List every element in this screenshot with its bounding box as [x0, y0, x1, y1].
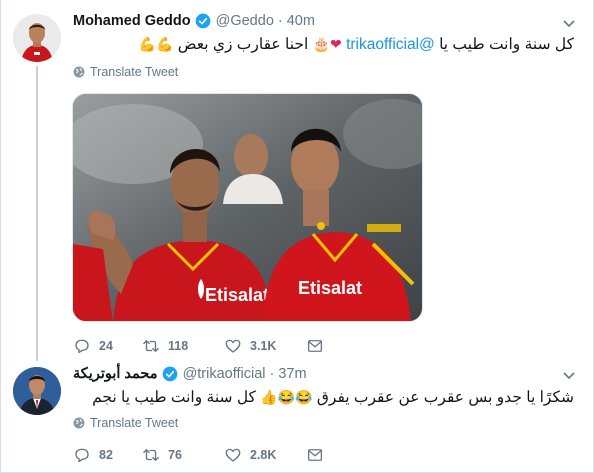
tweet-text: شكرًا يا جدو بس عقرب عن عقرب يفرق 😂😂👍 كل… — [92, 387, 574, 408]
tweet-actions: 24 118 3.1K — [73, 336, 332, 356]
author-handle[interactable]: @Geddo — [216, 13, 274, 29]
retweet-icon — [143, 449, 159, 461]
author-handle[interactable]: @trikaofficial — [183, 366, 266, 382]
svg-text:Etisalat: Etisalat — [205, 285, 269, 305]
direct-message-icon — [307, 340, 323, 352]
mention-link[interactable]: @trikaofficial — [346, 36, 435, 53]
red-heart-emoji: ❤ — [330, 36, 342, 52]
translate-tweet-link[interactable]: Translate Tweet — [73, 64, 178, 80]
reply-button[interactable]: 24 — [73, 337, 142, 355]
thumbs-up-emoji: 👍 — [260, 389, 278, 405]
avatar-trika-image — [13, 367, 61, 415]
caret-down-icon[interactable] — [562, 368, 576, 382]
author-name[interactable]: Mohamed Geddo — [73, 13, 191, 29]
separator-dot: · — [277, 13, 283, 29]
reply-icon — [75, 339, 89, 354]
svg-text:Etisalat: Etisalat — [298, 278, 362, 298]
avatar-geddo-image — [13, 14, 61, 62]
tweet-header: محمد أبوتريكة @trikaofficial · 37m — [73, 364, 307, 384]
direct-message-button[interactable] — [306, 446, 332, 464]
like-count: 2.8K — [250, 448, 277, 462]
tweet-text: كل سنة وانت طيب يا @trikaofficial ❤🎂 احن… — [139, 34, 574, 55]
retweet-button[interactable]: 118 — [142, 337, 224, 355]
avatar[interactable] — [13, 367, 61, 415]
reply-count: 82 — [99, 448, 113, 462]
thread-connector-line — [36, 66, 38, 361]
like-button[interactable]: 2.8K — [224, 446, 306, 464]
translate-label: Translate Tweet — [90, 65, 179, 79]
like-icon — [225, 448, 241, 462]
retweet-icon — [143, 340, 159, 352]
birthday-cake-emoji: 🎂 — [312, 36, 331, 52]
verified-badge-icon — [195, 13, 210, 29]
tweet-text-main: شكرًا يا جدو بس عقرب عن عقرب يفرق — [316, 389, 574, 406]
retweet-button[interactable]: 76 — [142, 446, 224, 464]
retweet-count: 76 — [168, 448, 182, 462]
tweet-actions: 82 76 2.8K — [73, 445, 332, 465]
players-celebrating-photo: Etisalat Etisalat — [73, 94, 422, 321]
globe-icon — [73, 66, 85, 78]
tweet-text-tail: كل سنة وانت طيب يا نجم — [92, 389, 256, 406]
reply-count: 24 — [99, 339, 113, 353]
tweet-timestamp[interactable]: 37m — [278, 366, 306, 382]
retweet-count: 118 — [168, 339, 189, 353]
avatar[interactable] — [13, 14, 61, 62]
verified-badge-icon — [162, 366, 177, 382]
tears-of-joy-emoji: 😂😂 — [277, 389, 313, 405]
direct-message-button[interactable] — [306, 337, 332, 355]
tweet-text-tail: احنا عقارب زي بعض — [177, 36, 309, 53]
like-button[interactable]: 3.1K — [224, 337, 306, 355]
tweet-text-main: كل سنة وانت طيب يا — [439, 36, 574, 53]
reply-icon — [75, 448, 89, 463]
translate-label: Translate Tweet — [90, 416, 179, 430]
author-name[interactable]: محمد أبوتريكة — [73, 366, 158, 382]
direct-message-icon — [307, 449, 323, 461]
like-icon — [225, 339, 241, 353]
tweet-timestamp[interactable]: 40m — [287, 13, 315, 29]
caret-down-icon[interactable] — [562, 16, 576, 30]
translate-tweet-link[interactable]: Translate Tweet — [73, 415, 178, 431]
tweet-photo[interactable]: Etisalat Etisalat — [72, 93, 423, 322]
tweet-header: Mohamed Geddo @Geddo · 40m — [73, 11, 315, 31]
globe-icon — [73, 417, 85, 429]
biceps-emoji: 💪💪 — [138, 36, 174, 52]
like-count: 3.1K — [250, 339, 277, 353]
reply-button[interactable]: 82 — [73, 446, 142, 464]
separator-dot: · — [269, 366, 275, 382]
